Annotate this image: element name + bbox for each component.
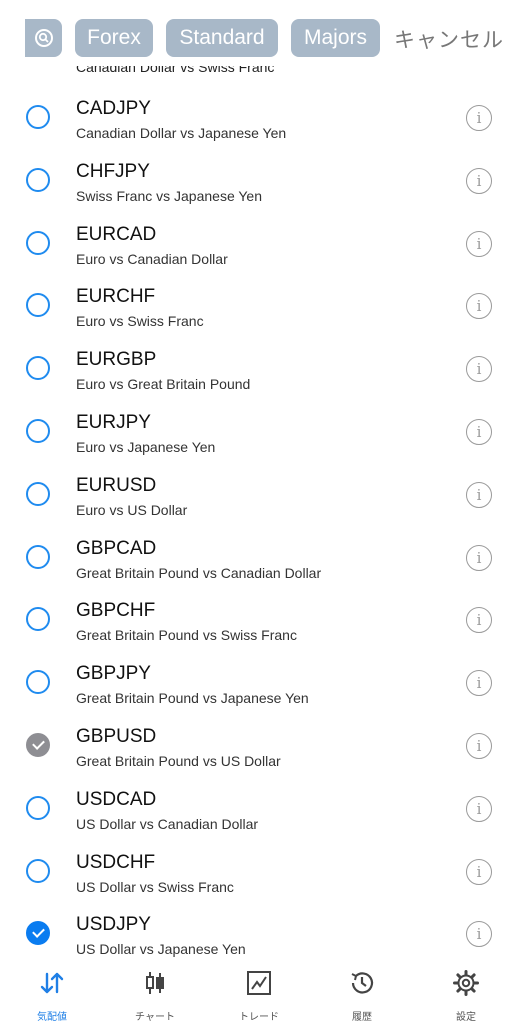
symbol-name: EURGBP <box>76 349 157 371</box>
symbol-name: EURCAD <box>76 223 157 245</box>
symbol-name: GBPJPY <box>76 663 151 685</box>
candlestick-chart-icon <box>146 972 164 994</box>
tab-settings[interactable]: 設定 <box>426 966 506 1023</box>
symbol-row[interactable]: USDJPY US Dollar vs Japanese Yen i <box>0 899 519 962</box>
info-icon[interactable]: i <box>466 858 492 885</box>
select-radio[interactable] <box>26 732 50 757</box>
symbol-name: CADJPY <box>76 98 151 119</box>
tab-quotes[interactable]: 気配値 <box>12 966 92 1023</box>
select-radio[interactable] <box>26 607 50 632</box>
symbol-name: USDJPY <box>76 914 151 936</box>
symbol-row[interactable]: USDCAD US Dollar vs Canadian Dollar i <box>0 774 519 837</box>
tab-label: 設定 <box>456 1012 476 1023</box>
info-icon[interactable]: i <box>466 544 492 571</box>
symbol-description: Swiss Franc vs Japanese Yen <box>76 187 262 204</box>
trade-chart-icon <box>247 971 271 995</box>
info-icon[interactable]: i <box>466 607 492 634</box>
cancel-button[interactable]: キャンセル <box>394 24 504 54</box>
info-icon[interactable]: i <box>466 293 492 320</box>
symbol-description: Euro vs US Dollar <box>76 501 188 518</box>
symbol-list: CADJPY Canadian Dollar vs Japanese Yen i CH… <box>0 83 519 962</box>
symbol-name: EURJPY <box>76 411 151 433</box>
select-radio[interactable] <box>26 418 50 443</box>
symbol-row[interactable]: EURCHF Euro vs Swiss Franc i <box>0 271 519 334</box>
symbol-name: GBPCHF <box>76 600 156 622</box>
symbol-row[interactable]: GBPUSD Great Britain Pound vs US Dollar i <box>0 711 519 774</box>
symbol-row[interactable]: EURCAD Euro vs Canadian Dollar i <box>0 209 519 272</box>
symbol-description: Great Britain Pound vs Canadian Dollar <box>76 564 322 581</box>
tab-label: 履歴 <box>352 1012 372 1023</box>
partial-list-item-description: Canadian Dollar vs Swiss Franc <box>76 66 275 75</box>
symbol-name: GBPCAD <box>76 537 157 559</box>
symbol-row[interactable]: EURJPY Euro vs Japanese Yen i <box>0 397 519 460</box>
tab-label: トレード <box>239 1012 279 1023</box>
select-radio[interactable] <box>26 356 50 381</box>
info-icon[interactable]: i <box>466 481 492 508</box>
tab-label: 気配値 <box>37 1012 67 1023</box>
symbol-row[interactable]: CADJPY Canadian Dollar vs Japanese Yen i <box>0 83 519 146</box>
gear-icon <box>453 970 479 996</box>
info-icon[interactable]: i <box>466 670 492 697</box>
symbol-description: US Dollar vs Swiss Franc <box>76 878 234 895</box>
checkmark-icon <box>32 925 45 939</box>
filter-chip-standard[interactable]: Standard <box>166 19 278 57</box>
tab-history[interactable]: 履歴 <box>322 966 402 1023</box>
symbol-name: GBPUSD <box>76 725 157 747</box>
select-radio[interactable] <box>26 167 50 192</box>
filter-bar: Forex Standard Majors キャンセル Canadian Dol… <box>0 0 519 74</box>
select-radio[interactable] <box>26 544 50 569</box>
symbol-name: EURCHF <box>76 286 156 308</box>
info-icon[interactable]: i <box>466 105 492 131</box>
symbol-description: Euro vs Great Britain Pound <box>76 376 251 393</box>
symbol-description: US Dollar vs Canadian Dollar <box>76 815 259 832</box>
symbol-description: Great Britain Pound vs Japanese Yen <box>76 690 309 707</box>
symbol-description: Euro vs Canadian Dollar <box>76 250 228 267</box>
tab-label: チャート <box>135 1012 175 1023</box>
checkmark-icon <box>32 737 45 750</box>
symbol-name: CHFJPY <box>76 160 150 182</box>
symbol-row[interactable]: GBPCHF Great Britain Pound vs Swiss Franc… <box>0 585 519 648</box>
select-radio[interactable] <box>26 105 50 129</box>
symbol-name: EURUSD <box>76 474 157 496</box>
symbol-description: Euro vs Swiss Franc <box>76 313 204 330</box>
info-icon[interactable]: i <box>466 356 492 383</box>
search-icon <box>34 29 53 47</box>
symbol-description: Euro vs Japanese Yen <box>76 438 216 455</box>
info-icon[interactable]: i <box>466 418 492 445</box>
symbol-description: Great Britain Pound vs Swiss Franc <box>76 627 297 644</box>
bottom-tab-bar: 気配値 チャート トレード 履歴 設定 <box>0 966 519 1024</box>
symbol-row[interactable]: EURGBP Euro vs Great Britain Pound i <box>0 334 519 397</box>
select-radio[interactable] <box>26 858 50 883</box>
search-button[interactable] <box>25 19 62 57</box>
select-radio[interactable] <box>26 293 50 318</box>
quotes-arrows-icon <box>40 972 64 994</box>
info-icon[interactable]: i <box>466 921 492 948</box>
info-icon[interactable]: i <box>466 795 492 822</box>
tab-trade[interactable]: トレード <box>219 966 299 1023</box>
tab-chart[interactable]: チャート <box>115 966 195 1023</box>
select-radio[interactable] <box>26 230 50 255</box>
select-radio[interactable] <box>26 670 50 695</box>
select-radio[interactable] <box>26 795 50 820</box>
symbol-row[interactable]: USDCHF US Dollar vs Swiss Franc i <box>0 837 519 900</box>
history-clock-icon <box>351 972 374 994</box>
info-icon[interactable]: i <box>466 732 492 759</box>
symbol-description: US Dollar vs Japanese Yen <box>76 941 246 958</box>
select-radio[interactable] <box>26 481 50 506</box>
info-icon[interactable]: i <box>466 230 492 257</box>
symbol-description: Great Britain Pound vs US Dollar <box>76 752 281 769</box>
filter-chip-majors[interactable]: Majors <box>291 19 380 57</box>
select-radio[interactable] <box>26 921 50 946</box>
filter-chip-forex[interactable]: Forex <box>75 19 153 57</box>
info-icon[interactable]: i <box>466 167 492 194</box>
symbol-name: USDCAD <box>76 788 157 810</box>
symbol-row[interactable]: GBPJPY Great Britain Pound vs Japanese Ye… <box>0 648 519 711</box>
symbol-row[interactable]: CHFJPY Swiss Franc vs Japanese Yen i <box>0 146 519 209</box>
symbol-description: Canadian Dollar vs Japanese Yen <box>76 125 287 141</box>
symbol-row[interactable]: GBPCAD Great Britain Pound vs Canadian Do… <box>0 523 519 586</box>
symbol-row[interactable]: EURUSD Euro vs US Dollar i <box>0 460 519 523</box>
symbol-name: USDCHF <box>76 851 156 873</box>
